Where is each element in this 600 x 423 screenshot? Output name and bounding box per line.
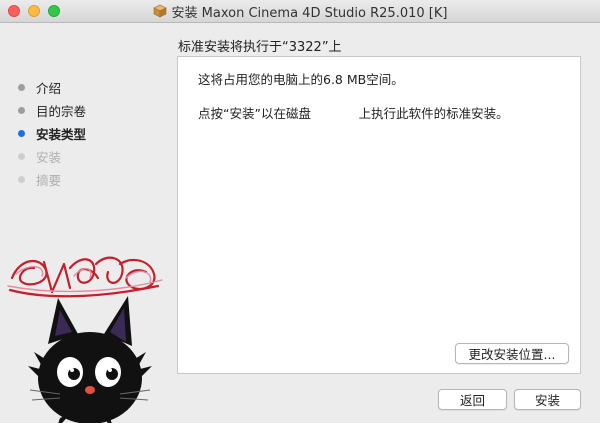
installer-steps: 介绍 目的宗卷 安装类型 安装 摘要 [18,76,86,191]
step-label: 摘要 [36,173,62,188]
title-bar[interactable]: 安装 Maxon Cinema 4D Studio R25.010 [K] [0,0,600,23]
step-bullet-icon [18,107,25,114]
cat-mascot-graffiti-image [7,256,163,423]
step-install: 安装 [18,145,86,168]
install-button[interactable]: 安装 [514,389,581,410]
back-button[interactable]: 返回 [438,389,507,410]
step-bullet-icon [18,176,25,183]
window-title: 安装 Maxon Cinema 4D Studio R25.010 [K] [171,5,448,21]
step-label: 目的宗卷 [36,104,87,119]
installer-window: 安装 Maxon Cinema 4D Studio R25.010 [K] 标准… [0,0,600,423]
step-bullet-icon [18,153,25,160]
step-installation-type: 安装类型 [18,122,86,145]
step-label: 介绍 [36,81,62,96]
space-required-text: 这将占用您的电脑上的6.8 MB空间。 [198,72,404,87]
step-bullet-icon [18,84,25,91]
content-panel: 这将占用您的电脑上的6.8 MB空间。 点按“安装”以在磁盘 上执行此软件的标准… [177,56,581,374]
package-icon [152,4,167,18]
page-heading: 标准安装将执行于“3322”上 [178,40,342,55]
change-install-location-button[interactable]: 更改安装位置... [455,343,569,364]
step-label: 安装 [36,150,62,165]
step-label: 安装类型 [36,127,87,142]
install-instruction-text: 点按“安装”以在磁盘 上执行此软件的标准安装。 [198,106,509,121]
step-summary: 摘要 [18,168,86,191]
step-destination: 目的宗卷 [18,99,86,122]
step-bullet-icon [18,130,25,137]
step-introduction: 介绍 [18,76,86,99]
